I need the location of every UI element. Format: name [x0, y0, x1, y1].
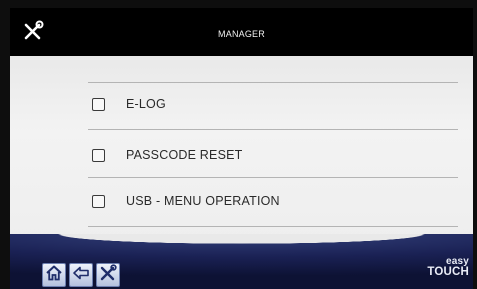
- home-button[interactable]: [42, 263, 66, 287]
- divider: [88, 82, 458, 83]
- back-button[interactable]: [69, 263, 93, 287]
- brand-logo: easy TOUCH: [427, 257, 469, 279]
- checkbox[interactable]: [92, 97, 105, 111]
- divider: [88, 129, 458, 130]
- menu-item-e-log[interactable]: E-LOG: [92, 92, 166, 116]
- menu-item-label: PASSCODE RESET: [126, 148, 243, 162]
- divider: [88, 226, 458, 227]
- arrow-left-icon: [72, 264, 90, 287]
- brand-line-2: TOUCH: [427, 266, 469, 278]
- menu-item-label: E-LOG: [126, 97, 166, 111]
- menu-item-passcode-reset[interactable]: PASSCODE RESET: [92, 143, 242, 167]
- tools-button[interactable]: [96, 263, 120, 287]
- tools-icon: [99, 263, 117, 287]
- header-bar: MANAGER: [10, 8, 473, 56]
- page-title: MANAGER: [218, 29, 265, 39]
- home-icon: [45, 264, 63, 287]
- menu-item-usb-menu-operation[interactable]: USB - MENU OPERATION: [92, 189, 280, 213]
- footer-curve: [10, 234, 473, 250]
- checkbox[interactable]: [92, 148, 105, 162]
- menu-item-label: USB - MENU OPERATION: [126, 194, 280, 208]
- touch-screen: MANAGER E-LOG PASSCODE RESET USB - MENU …: [10, 8, 473, 289]
- divider: [88, 177, 458, 178]
- checkbox[interactable]: [92, 194, 105, 208]
